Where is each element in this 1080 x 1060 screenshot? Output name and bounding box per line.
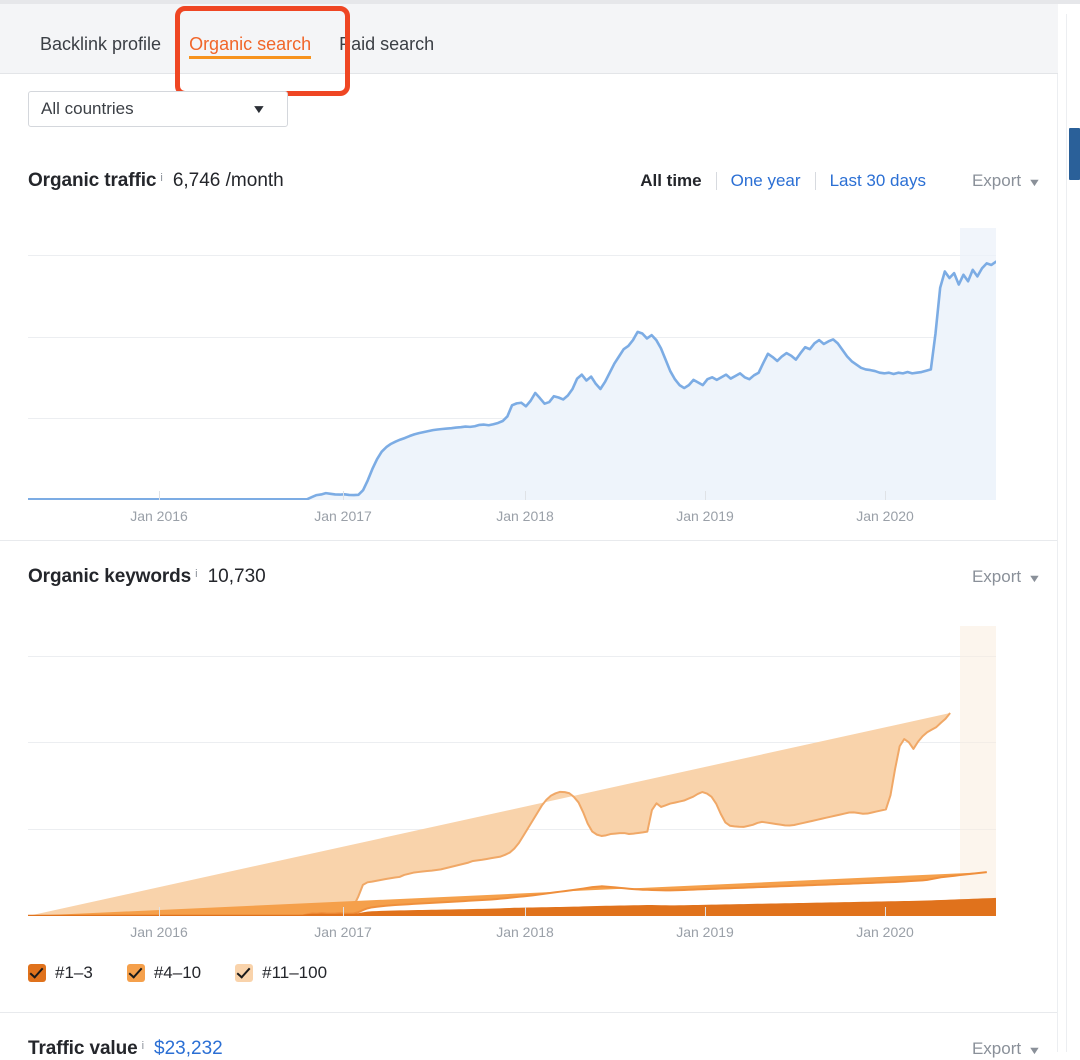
x-axis-tick-mark	[885, 491, 886, 500]
country-filter-label: All countries	[41, 99, 134, 118]
x-axis-tick-label: Jan 2020	[856, 508, 914, 524]
organic-keywords-xaxis: Jan 2016 Jan 2017 Jan 2018 Jan 2019 Jan 2020	[28, 920, 996, 946]
x-axis-tick-mark	[159, 907, 160, 916]
legend-item-4-10[interactable]: #4–10	[126, 963, 202, 983]
traffic-value-header: Traffic value i $23,232 Export ▼	[28, 1038, 1042, 1060]
x-axis-tick-mark	[525, 491, 526, 500]
traffic-value-amount[interactable]: $23,232	[154, 1038, 223, 1060]
tab-list: Backlink profile Organic search Paid sea…	[0, 4, 1058, 73]
tab-backlink-profile[interactable]: Backlink profile	[26, 4, 175, 73]
x-axis-tick-mark	[525, 907, 526, 916]
divider	[0, 540, 1058, 541]
checkbox-11-100[interactable]	[235, 964, 254, 982]
chevron-down-icon: ▼	[1027, 1045, 1042, 1057]
organic-traffic-header: Organic traffic i 6,746 /month All time …	[28, 170, 1042, 192]
range-last-30-days[interactable]: Last 30 days	[816, 171, 940, 191]
checkbox-1-3[interactable]	[28, 964, 46, 982]
chevron-down-icon: ▼	[1027, 177, 1042, 189]
export-button-traffic[interactable]: Export ▼	[971, 171, 1042, 191]
x-axis-tick-mark	[343, 907, 344, 916]
x-axis-tick-label: Jan 2016	[130, 508, 188, 524]
x-axis-tick-label: Jan 2020	[856, 924, 914, 940]
content-right-border	[1057, 74, 1058, 1052]
info-icon[interactable]: i	[160, 172, 162, 184]
organic-keywords-chart[interactable]: 05.0K10.0K15.0K0	[28, 626, 996, 916]
traffic-value-controls: Export ▼	[940, 1039, 1042, 1059]
chevron-down-icon: ▼	[1027, 573, 1042, 585]
keywords-legend: #1–3 #4–10 #11–100	[28, 963, 361, 983]
page-title-organic-keywords: Organic keywords	[28, 566, 192, 587]
tab-organic-search[interactable]: Organic search	[175, 4, 325, 73]
range-all-time[interactable]: All time	[626, 171, 715, 191]
organic-keywords-controls: Export ▼	[940, 567, 1042, 587]
legend-label: #1–3	[55, 963, 93, 982]
legend-label: #11–100	[262, 963, 328, 982]
organic-traffic-controls: All time One year Last 30 days Export ▼	[626, 171, 1042, 191]
chart-plot-area: 02.5K5.0K7.5K0	[28, 228, 996, 500]
organic-keywords-header: Organic keywords i 10,730 Export ▼	[28, 566, 1042, 588]
legend-item-11-100[interactable]: #11–100	[235, 963, 327, 983]
legend-label: #4–10	[153, 963, 202, 982]
organic-traffic-value: 6,746 /month	[172, 170, 284, 191]
info-icon[interactable]: i	[142, 1040, 144, 1052]
page-title-organic-traffic: Organic traffic	[28, 170, 157, 191]
x-axis-tick-label: Jan 2019	[676, 508, 734, 524]
legend-item-1-3[interactable]: #1–3	[28, 963, 93, 983]
section-tab-bar: Backlink profile Organic search Paid sea…	[0, 4, 1058, 74]
x-axis-tick-mark	[159, 491, 160, 500]
x-axis-tick-mark	[343, 491, 344, 500]
x-axis-tick-label: Jan 2017	[314, 924, 372, 940]
organic-traffic-xaxis: Jan 2016 Jan 2017 Jan 2018 Jan 2019 Jan 2020	[28, 504, 996, 530]
checkbox-4-10[interactable]	[126, 964, 145, 982]
x-axis-tick-mark	[885, 907, 886, 916]
chevron-down-icon: ▼	[251, 102, 268, 116]
page-scrollbar-thumb[interactable]	[1069, 128, 1080, 180]
series-area-traffic	[28, 261, 996, 500]
page-title-traffic-value: Traffic value	[28, 1038, 138, 1059]
info-icon[interactable]: i	[195, 568, 197, 580]
export-label: Export	[971, 567, 1022, 586]
divider	[0, 1012, 1058, 1013]
tab-label: Backlink profile	[40, 34, 162, 54]
x-axis-tick-label: Jan 2018	[496, 508, 554, 524]
x-axis-tick-mark	[705, 907, 706, 916]
organic-keywords-value: 10,730	[207, 566, 266, 587]
x-axis-tick-label: Jan 2019	[676, 924, 734, 940]
export-button-keywords[interactable]: Export ▼	[971, 567, 1042, 587]
range-one-year[interactable]: One year	[717, 171, 815, 191]
x-axis-tick-mark	[705, 491, 706, 500]
chart-plot-area: 05.0K10.0K15.0K0	[28, 626, 996, 916]
x-axis-tick-label: Jan 2016	[130, 924, 188, 940]
tab-label: Organic search	[189, 34, 312, 54]
active-tab-underline	[189, 56, 312, 59]
export-label: Export	[971, 171, 1022, 190]
x-axis-tick-label: Jan 2018	[496, 924, 554, 940]
export-button-traffic-value[interactable]: Export ▼	[971, 1039, 1042, 1059]
export-label: Export	[971, 1039, 1022, 1058]
organic-traffic-chart[interactable]: 02.5K5.0K7.5K0	[28, 228, 996, 500]
x-axis-tick-label: Jan 2017	[314, 508, 372, 524]
tab-paid-search[interactable]: Paid search	[325, 4, 448, 73]
page-scrollbar-track[interactable]	[1066, 14, 1080, 1052]
tab-label: Paid search	[339, 34, 435, 54]
country-filter-dropdown[interactable]: All countries ▼	[28, 91, 288, 127]
